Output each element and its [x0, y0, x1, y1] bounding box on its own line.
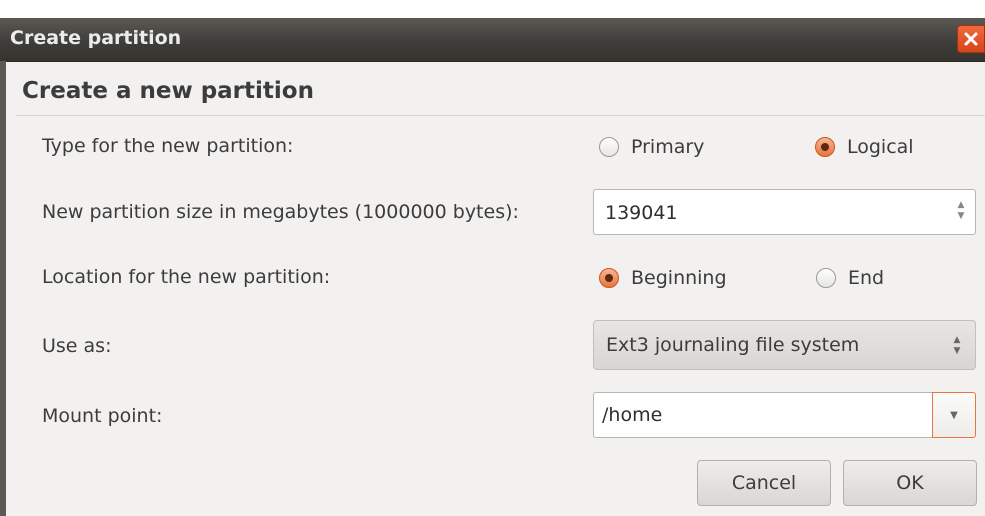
partition-size-label: New partition size in megabytes (1000000… [42, 201, 519, 223]
radio-end[interactable]: End [816, 267, 884, 289]
partition-type-label: Type for the new partition: [42, 135, 294, 157]
mount-point-dropdown-button[interactable]: ▼ [932, 392, 976, 438]
partition-size-spinbox[interactable]: 139041 ▲ ▼ [593, 189, 976, 235]
title-bar[interactable]: Create partition [0, 18, 985, 62]
heading-divider [16, 115, 985, 116]
close-button[interactable] [957, 25, 985, 53]
radio-beginning-label: Beginning [631, 267, 727, 289]
spin-arrows-icon[interactable]: ▲ ▼ [955, 200, 967, 224]
radio-beginning-indicator[interactable] [599, 268, 619, 288]
mount-point-label: Mount point: [42, 405, 163, 427]
radio-primary[interactable]: Primary [599, 136, 704, 158]
filesystem-value: Ext3 journaling file system [606, 334, 860, 356]
chevron-down-icon: ▼ [950, 409, 958, 421]
radio-primary-indicator[interactable] [599, 137, 619, 157]
radio-logical[interactable]: Logical [815, 136, 914, 158]
dialog-heading: Create a new partition [22, 78, 314, 104]
radio-primary-label: Primary [631, 136, 705, 158]
radio-logical-label: Logical [847, 136, 914, 158]
partition-location-label: Location for the new partition: [42, 266, 331, 288]
radio-end-label: End [848, 267, 885, 289]
mount-point-input[interactable]: /home [593, 392, 933, 438]
cancel-button[interactable]: Cancel [697, 460, 831, 506]
close-icon [964, 32, 978, 46]
select-arrows-icon: ▲ ▼ [953, 335, 961, 356]
radio-end-indicator[interactable] [816, 268, 836, 288]
filesystem-select[interactable]: Ext3 journaling file system ▲ ▼ [593, 320, 976, 370]
radio-logical-indicator[interactable] [815, 137, 835, 157]
ok-button[interactable]: OK [843, 460, 977, 506]
partition-size-value[interactable]: 139041 [605, 202, 678, 224]
use-as-label: Use as: [42, 335, 112, 357]
window-border [0, 61, 6, 516]
window-title: Create partition [10, 27, 182, 49]
mount-point-value[interactable]: /home [602, 404, 662, 426]
radio-beginning[interactable]: Beginning [599, 267, 727, 289]
background-strip [0, 0, 985, 18]
create-partition-dialog: Create partition Create a new partition … [0, 18, 985, 516]
